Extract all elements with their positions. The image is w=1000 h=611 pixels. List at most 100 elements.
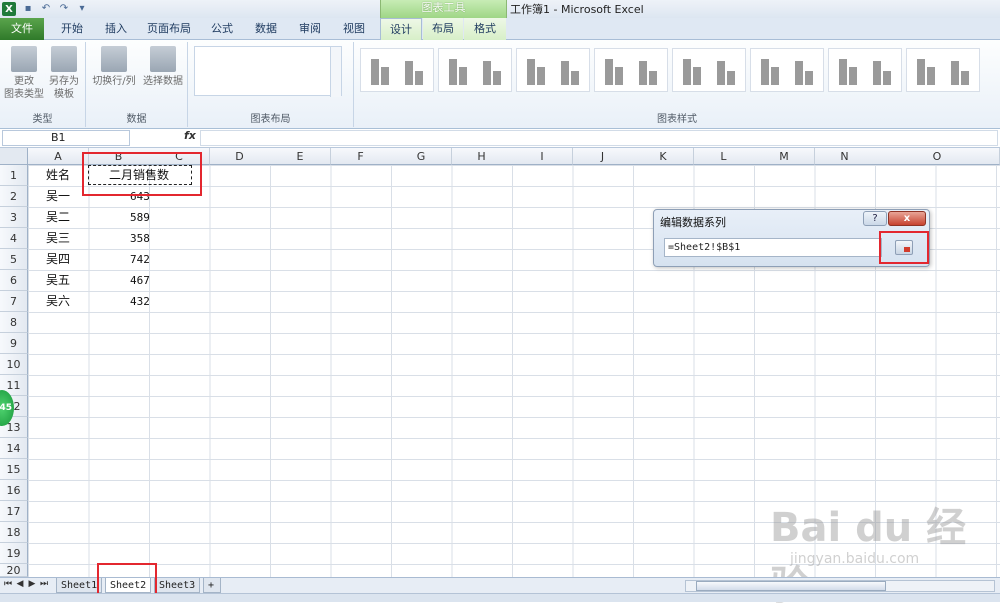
highlight-collapse-button [879,231,929,264]
chart-style-tile[interactable] [438,48,512,92]
name-box[interactable]: B1 [2,130,130,146]
scroll-thumb[interactable] [696,581,886,591]
row-header-18[interactable]: 18 [0,522,28,543]
edit-series-dialog: 编辑数据系列 ? x =Sheet2!$B$1 [653,209,930,267]
select-all-corner[interactable] [0,148,28,165]
tab-page-layout[interactable]: 页面布局 [140,18,198,40]
dialog-title: 编辑数据系列 [660,216,726,229]
row-header-10[interactable]: 10 [0,354,28,375]
formula-input[interactable] [200,130,998,146]
row-header-20[interactable]: 20 [0,564,28,577]
baidu-watermark-url: jingyan.baidu.com [790,551,920,567]
row-header-14[interactable]: 14 [0,438,28,459]
column-header-h[interactable]: H [451,148,513,165]
chart-style-tile[interactable] [828,48,902,92]
insert-function-icon[interactable]: fx [184,129,196,142]
chart-style-tile[interactable] [594,48,668,92]
row-header-8[interactable]: 8 [0,312,28,333]
select-data-button[interactable]: 选择数据 [140,44,186,88]
horizontal-scrollbar[interactable] [685,580,995,592]
sales-value-cell[interactable]: 742 [130,249,150,270]
series-reference-input[interactable]: =Sheet2!$B$1 [664,238,882,257]
tab-file[interactable]: 文件 [0,18,44,40]
tab-data[interactable]: 数据 [246,18,286,40]
row-header-17[interactable]: 17 [0,501,28,522]
row-header-5[interactable]: 5 [0,249,28,270]
sales-value-cell[interactable]: 358 [130,228,150,249]
tab-design[interactable]: 设计 [380,18,422,41]
undo-icon[interactable]: ↶ [40,3,52,15]
customize-toolbar-icon[interactable]: ▾ [76,3,88,15]
name-cell[interactable]: 吴三 [46,228,70,249]
row-header-4[interactable]: 4 [0,228,28,249]
select-data-icon [150,46,176,72]
chart-style-tile[interactable] [672,48,746,92]
help-button[interactable]: ? [863,211,887,226]
tab-formulas[interactable]: 公式 [202,18,242,40]
switch-row-column-button[interactable]: 切换行/列 [88,44,140,88]
change-chart-type-label: 更改 图表类型 [4,76,44,100]
tab-review[interactable]: 审阅 [290,18,330,40]
insert-sheet-icon[interactable]: + [203,578,221,593]
name-cell[interactable]: 吴四 [46,249,70,270]
save-icon[interactable]: ▪ [22,3,34,15]
last-sheet-icon[interactable]: ⏭ [39,579,49,589]
row-header-7[interactable]: 7 [0,291,28,312]
quick-access-toolbar: X ▪ ↶ ↷ ▾ [2,1,88,17]
row-header-6[interactable]: 6 [0,270,28,291]
column-header-j[interactable]: J [572,148,634,165]
name-cell[interactable]: 吴五 [46,270,70,291]
group-type-label: 类型 [32,114,53,125]
column-header-k[interactable]: K [633,148,694,165]
sheet-tab-sheet1[interactable]: Sheet1 [56,578,103,593]
close-button[interactable]: x [888,211,926,226]
name-cell[interactable]: 吴六 [46,291,70,312]
change-chart-type-button[interactable]: 更改 图表类型 [4,44,44,101]
chart-layout-gallery[interactable] [194,46,342,97]
save-as-template-button[interactable]: 另存为 模板 [44,44,84,101]
tab-view[interactable]: 视图 [334,18,374,40]
chart-style-tile[interactable] [516,48,590,92]
group-chart-styles-label: 图表样式 [657,114,697,125]
first-sheet-icon[interactable]: ⏮ [3,579,13,589]
name-cell[interactable]: 吴二 [46,207,70,228]
row-header-1[interactable]: 1 [0,165,28,186]
row-header-9[interactable]: 9 [0,333,28,354]
tab-home[interactable]: 开始 [50,18,94,40]
redo-icon[interactable]: ↷ [58,3,70,15]
row-header-15[interactable]: 15 [0,459,28,480]
column-header-g[interactable]: G [391,148,452,165]
excel-logo-icon[interactable]: X [2,2,16,16]
sheet-tab-sheet3[interactable]: Sheet3 [154,578,201,593]
tab-format[interactable]: 格式 [464,18,506,40]
group-data-label: 数据 [126,114,147,125]
column-header-a[interactable]: A [28,148,89,165]
gallery-scroll[interactable] [330,47,341,97]
next-sheet-icon[interactable]: ▶ [27,579,37,589]
row-header-2[interactable]: 2 [0,186,28,207]
group-chart-layout: 图表布局 [188,42,354,127]
column-header-i[interactable]: I [512,148,573,165]
column-header-l[interactable]: L [693,148,755,165]
row-header-16[interactable]: 16 [0,480,28,501]
chart-style-tile[interactable] [906,48,980,92]
tab-layout[interactable]: 布局 [423,18,463,40]
sales-value-cell[interactable]: 467 [130,270,150,291]
name-cell[interactable]: 吴一 [46,186,70,207]
chart-style-tile[interactable] [360,48,434,92]
column-header-o[interactable]: O [875,148,1000,165]
column-header-n[interactable]: N [814,148,876,165]
row-header-3[interactable]: 3 [0,207,28,228]
column-header-e[interactable]: E [270,148,331,165]
row-header-19[interactable]: 19 [0,543,28,564]
column-header-d[interactable]: D [209,148,271,165]
formula-bar: B1 fx [0,129,1000,148]
sales-value-cell[interactable]: 589 [130,207,150,228]
tab-insert[interactable]: 插入 [94,18,138,40]
prev-sheet-icon[interactable]: ◀ [15,579,25,589]
chart-style-tile[interactable] [750,48,824,92]
cell-a1[interactable]: 姓名 [46,165,70,186]
column-header-m[interactable]: M [754,148,815,165]
column-header-f[interactable]: F [330,148,392,165]
sales-value-cell[interactable]: 432 [130,291,150,312]
